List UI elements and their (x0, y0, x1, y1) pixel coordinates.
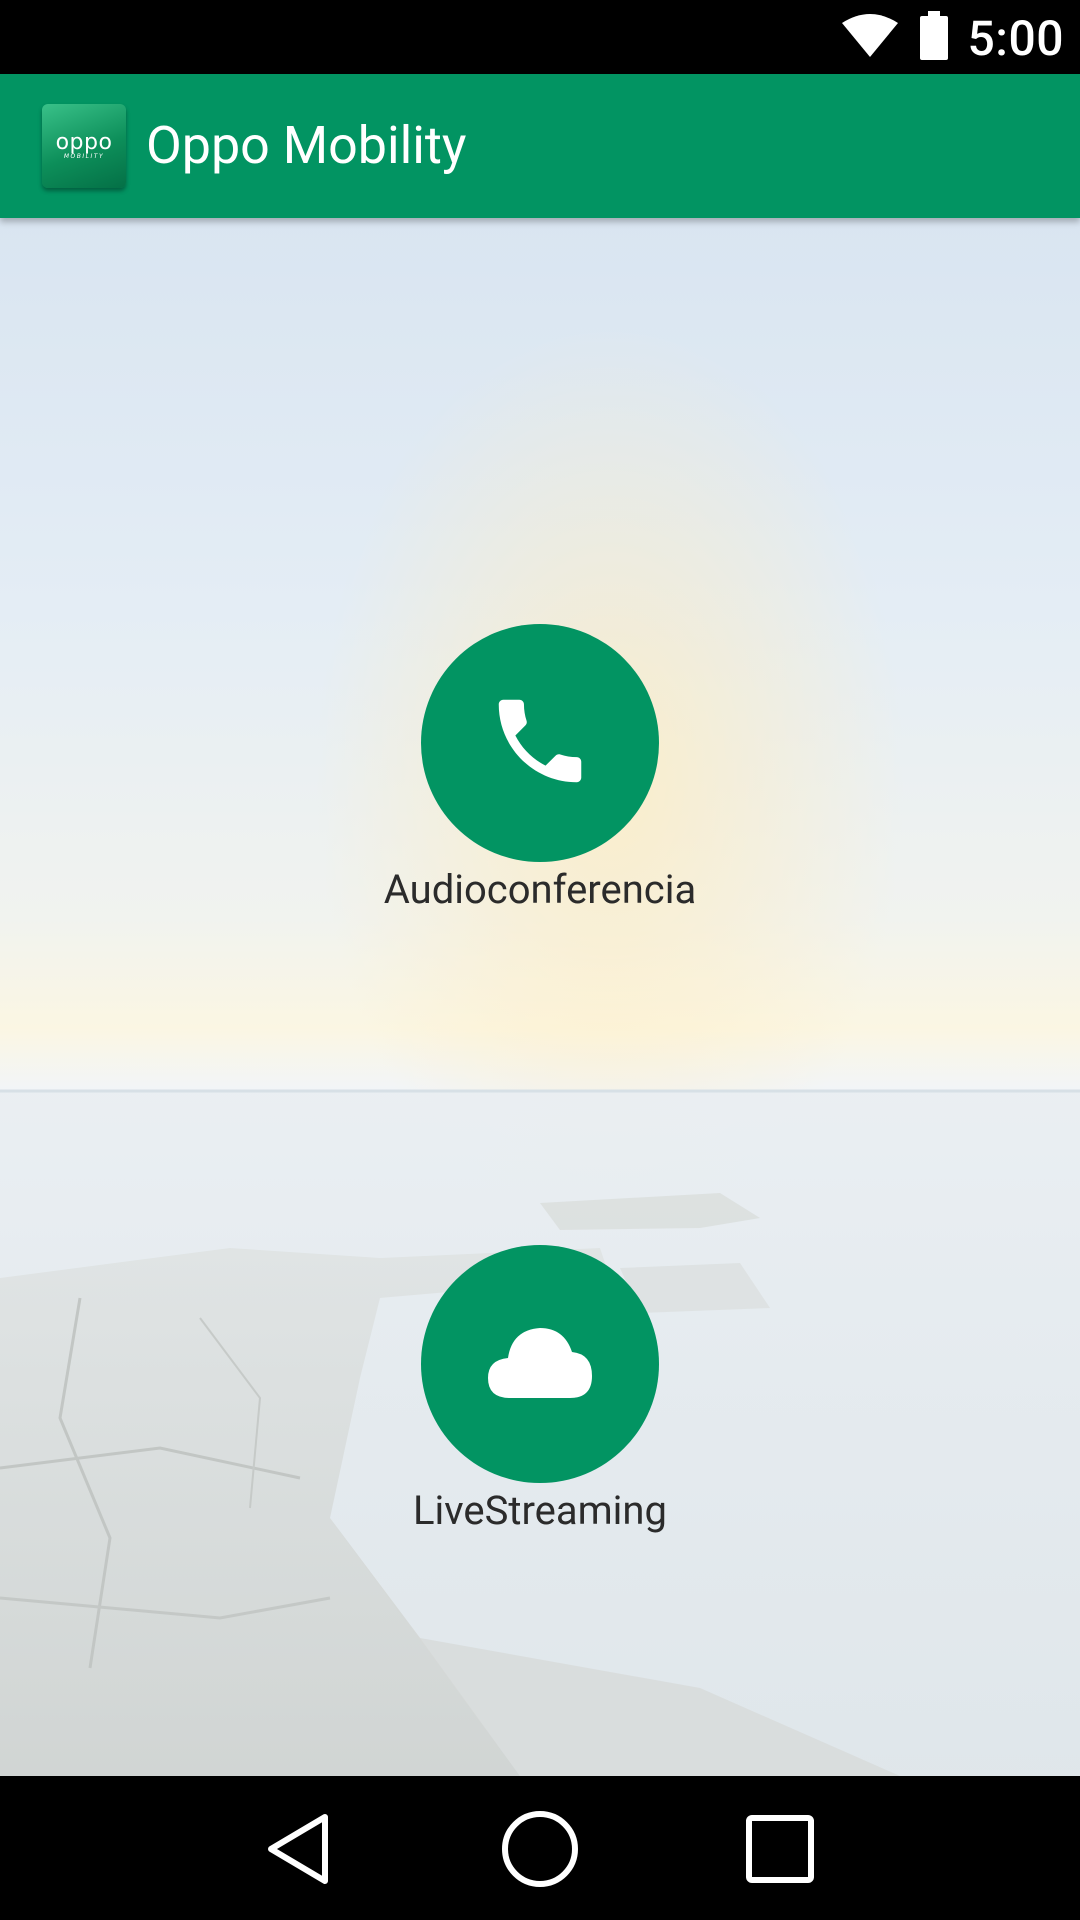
status-time: 5:00 (967, 9, 1064, 67)
recents-icon (745, 1814, 815, 1888)
wifi-icon (840, 13, 900, 63)
background-image (0, 1089, 1080, 1776)
recents-button[interactable] (732, 1806, 828, 1896)
livestreaming-label: LiveStreaming (413, 1487, 667, 1534)
app-logo-text: oppo (55, 129, 113, 155)
app-bar: oppo MOBILITY Oppo Mobility (0, 74, 1080, 218)
back-button[interactable] (250, 1806, 346, 1896)
battery-icon (918, 11, 950, 65)
audioconference-label: Audioconferencia (383, 866, 697, 913)
livestreaming-button[interactable] (421, 1245, 659, 1483)
app-logo: oppo MOBILITY (42, 104, 126, 188)
app-title: Oppo Mobility (146, 115, 467, 176)
home-button[interactable] (492, 1806, 588, 1896)
audioconference-button[interactable] (421, 624, 659, 862)
navigation-bar (0, 1776, 1080, 1920)
phone-icon (485, 686, 595, 800)
main-content: Audioconferencia LiveStreaming (0, 218, 1080, 1776)
cloud-icon (484, 1322, 596, 1406)
back-icon (263, 1811, 333, 1891)
livestreaming-action[interactable]: LiveStreaming (0, 1245, 1080, 1537)
status-icons: 5:00 (840, 8, 1065, 68)
app-logo-subtext: MOBILITY (63, 152, 105, 160)
audioconference-action[interactable]: Audioconferencia (0, 624, 1080, 916)
status-bar: 5:00 (0, 0, 1080, 74)
home-icon (500, 1809, 580, 1893)
